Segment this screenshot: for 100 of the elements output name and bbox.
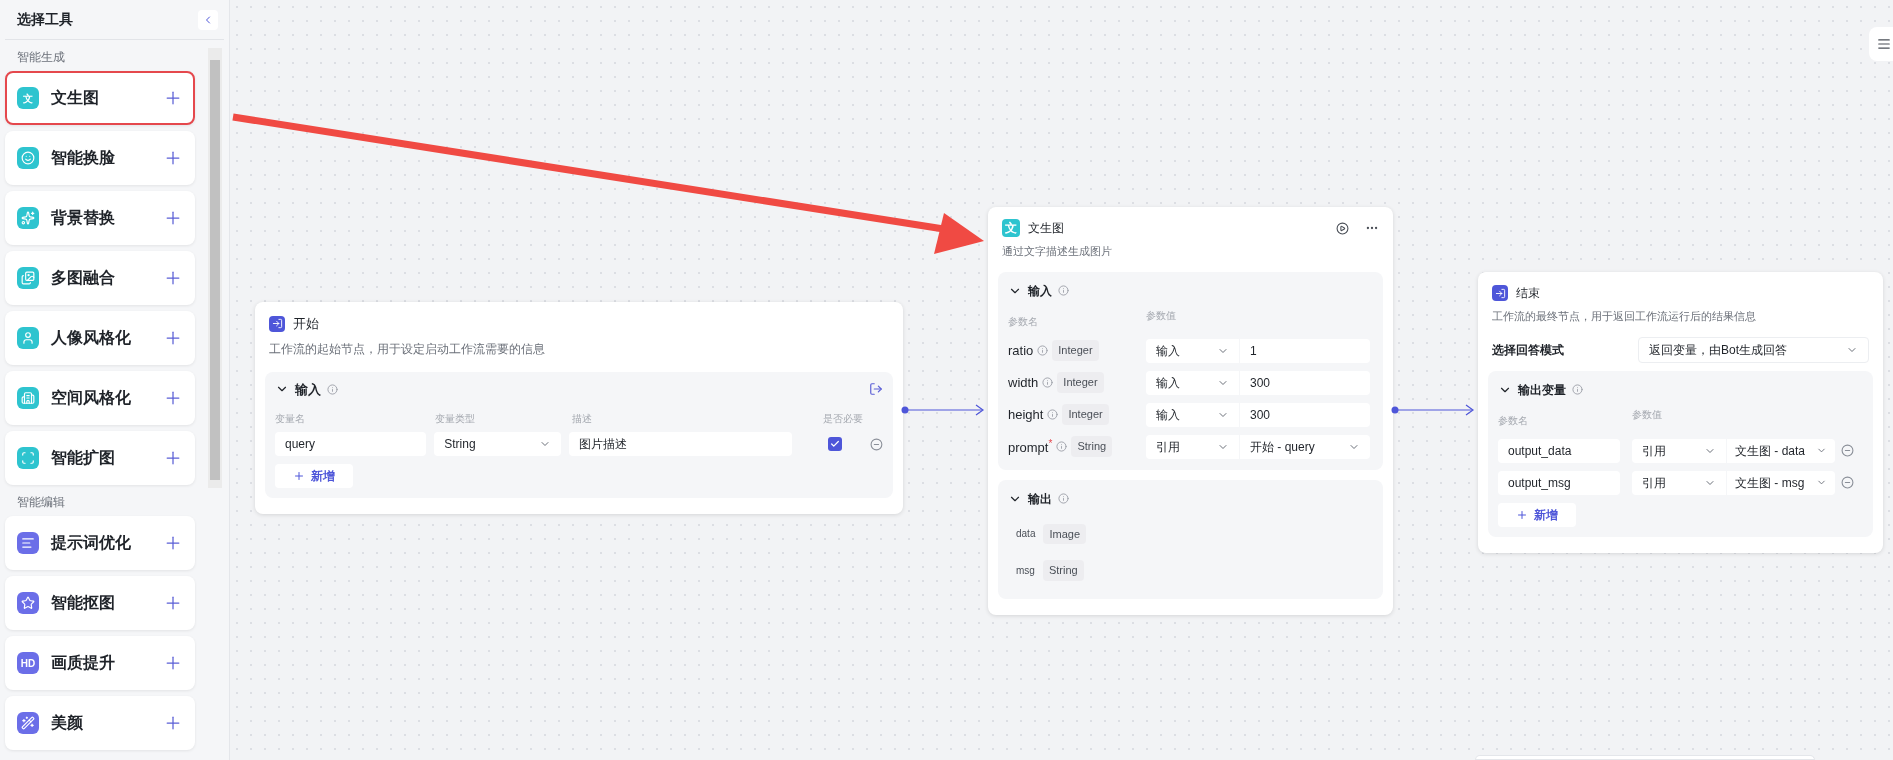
value-select[interactable]: 文生图 - data xyxy=(1727,438,1835,463)
collapse-button[interactable] xyxy=(198,9,218,30)
source-select[interactable]: 输入 xyxy=(1146,370,1239,395)
tool-label: 文生图 xyxy=(51,88,100,108)
tool-card[interactable]: 人像风格化 xyxy=(5,311,195,365)
tool-label: 美颜 xyxy=(51,713,84,733)
source-select[interactable]: 输入 xyxy=(1146,338,1239,363)
type-tag: Integer xyxy=(1052,340,1099,361)
output-name: msg xyxy=(1016,563,1035,578)
tool-label: 多图融合 xyxy=(51,268,116,288)
name-field[interactable]: output_msg xyxy=(1498,470,1620,495)
section-title: 输入 xyxy=(1028,282,1052,300)
value-select[interactable]: 文生图 - msg xyxy=(1727,470,1835,495)
lines-icon xyxy=(1877,37,1891,51)
column-header: 参数值 xyxy=(1146,308,1176,323)
mode-select[interactable]: 返回变量，由Bot生成回答 xyxy=(1638,336,1869,363)
info-icon xyxy=(1058,285,1069,296)
section-title: 输出变量 xyxy=(1518,381,1566,399)
add-button[interactable]: 新增 xyxy=(1498,502,1576,527)
remove-icon[interactable] xyxy=(870,437,883,451)
source-select[interactable]: 引用 xyxy=(1632,470,1726,495)
tool-card[interactable]: 多图融合 xyxy=(5,251,195,305)
tool-node[interactable]: 文 文生图 通过文字描述生成图片 输入 参数名 参数值 ratio Integer 输入 1 width Integer 输入 300 height Integer 输入 300 prompt$^{*}$ String 引用 开始 - query 输出 data Image msg String xyxy=(988,207,1393,615)
tool-label: 智能抠图 xyxy=(51,593,116,613)
tool-label: 智能扩图 xyxy=(51,448,116,468)
toolbar-button[interactable] xyxy=(1869,27,1893,61)
tool-label: 人像风格化 xyxy=(51,328,132,348)
scrollbar-thumb[interactable] xyxy=(210,60,220,480)
description-field[interactable]: 图片描述 xyxy=(568,432,793,456)
tool-icon: HD xyxy=(17,652,39,674)
tool-label: 空间风格化 xyxy=(51,388,132,408)
column-header: 参数名 xyxy=(1008,315,1038,327)
value-field[interactable]: 300 xyxy=(1240,370,1370,395)
info-icon xyxy=(1056,441,1068,452)
param-name: ratio xyxy=(1008,341,1034,360)
column-header: 描述 xyxy=(572,413,592,424)
node-description: 通过文字描述生成图片 xyxy=(1001,244,1113,259)
section-title: 输出 xyxy=(1028,490,1052,508)
tool-card[interactable]: HD 画质提升 xyxy=(5,636,195,690)
tool-label: 背景替换 xyxy=(51,208,116,228)
required-checkbox[interactable] xyxy=(828,437,843,451)
start-node[interactable]: 开始 工作流的起始节点，用于设定启动工作流需要的信息 输入 变量名 变量类型 描述 是否必要 query String 图片描述 新增 xyxy=(255,302,903,514)
type-tag: String xyxy=(1042,560,1084,581)
param-name: prompt$^{*}$ xyxy=(1008,436,1053,457)
mode-label: 选择回答模式 xyxy=(1492,341,1565,359)
name-field[interactable]: output_data xyxy=(1498,438,1620,463)
info-icon xyxy=(1047,409,1059,420)
info-icon xyxy=(327,383,338,395)
info-icon xyxy=(1058,493,1069,504)
end-node[interactable]: 结束 工作流的最终节点，用于返回工作流运行后的结果信息 选择回答模式 返回变量，由Bot生成回答 输出变量 参数名 参数值 output_data 引用 文生图 - data output_msg 引用 文生图 - msg 新增 xyxy=(1478,272,1883,553)
value-field[interactable]: 1 xyxy=(1240,338,1370,363)
tool-card[interactable]: 智能换脸 xyxy=(5,131,195,185)
column-header: 是否必要 xyxy=(823,412,863,426)
type-tag: String xyxy=(1071,436,1113,457)
node-description: 工作流的起始节点，用于设定启动工作流需要的信息 xyxy=(268,340,546,358)
tool-label: 画质提升 xyxy=(51,653,116,673)
info-icon xyxy=(1572,384,1583,395)
info-icon xyxy=(1042,377,1054,388)
run-icon[interactable] xyxy=(1336,221,1349,235)
tool-label: 提示词优化 xyxy=(51,533,132,553)
output-name: data xyxy=(1016,527,1036,542)
remove-icon[interactable] xyxy=(1841,476,1854,489)
type-select[interactable]: String xyxy=(434,432,561,456)
type-tag: Integer xyxy=(1062,404,1109,425)
column-header: 变量类型 xyxy=(435,413,475,424)
tool-card[interactable]: 文 文生图 xyxy=(5,71,195,125)
node-title: 开始 xyxy=(293,315,319,333)
tool-card[interactable]: 背景替换 xyxy=(5,191,195,245)
node-title: 文生图 xyxy=(1028,220,1065,237)
add-button[interactable]: 新增 xyxy=(275,464,353,488)
value-field[interactable]: 300 xyxy=(1240,402,1370,427)
value-select[interactable]: 开始 - query xyxy=(1240,434,1370,459)
start-icon xyxy=(269,315,285,332)
plus-icon xyxy=(293,470,305,482)
section-title: 输入 xyxy=(295,380,321,399)
import-icon[interactable] xyxy=(869,382,883,397)
source-select[interactable]: 输入 xyxy=(1146,402,1239,427)
tool-card[interactable]: 智能扩图 xyxy=(5,431,195,485)
plus-icon xyxy=(1516,508,1528,521)
node-description: 工作流的最终节点，用于返回工作流运行后的结果信息 xyxy=(1491,309,1757,324)
check-icon xyxy=(830,439,841,449)
tool-card[interactable]: 空间风格化 xyxy=(5,371,195,425)
type-tag: Image xyxy=(1043,523,1087,544)
info-icon xyxy=(1037,345,1049,356)
sidebar-title: 选择工具 xyxy=(17,10,73,29)
type-tag: Integer xyxy=(1057,372,1104,393)
column-header: 参数名 xyxy=(1498,414,1528,426)
name-field[interactable]: query xyxy=(275,432,427,456)
tool-icon: 文 xyxy=(17,87,39,109)
param-name: width xyxy=(1008,373,1039,392)
source-select[interactable]: 引用 xyxy=(1632,438,1726,463)
column-header: 参数值 xyxy=(1632,407,1662,422)
node-title: 结束 xyxy=(1516,285,1540,302)
text-badge-icon: 文 xyxy=(1002,219,1020,237)
remove-icon[interactable] xyxy=(1841,444,1854,457)
tool-card[interactable]: 美颜 xyxy=(5,696,195,750)
tool-card[interactable]: 提示词优化 xyxy=(5,516,195,570)
tool-card[interactable]: 智能抠图 xyxy=(5,576,195,630)
source-select[interactable]: 引用 xyxy=(1146,434,1239,459)
column-header: 变量名 xyxy=(275,413,305,424)
